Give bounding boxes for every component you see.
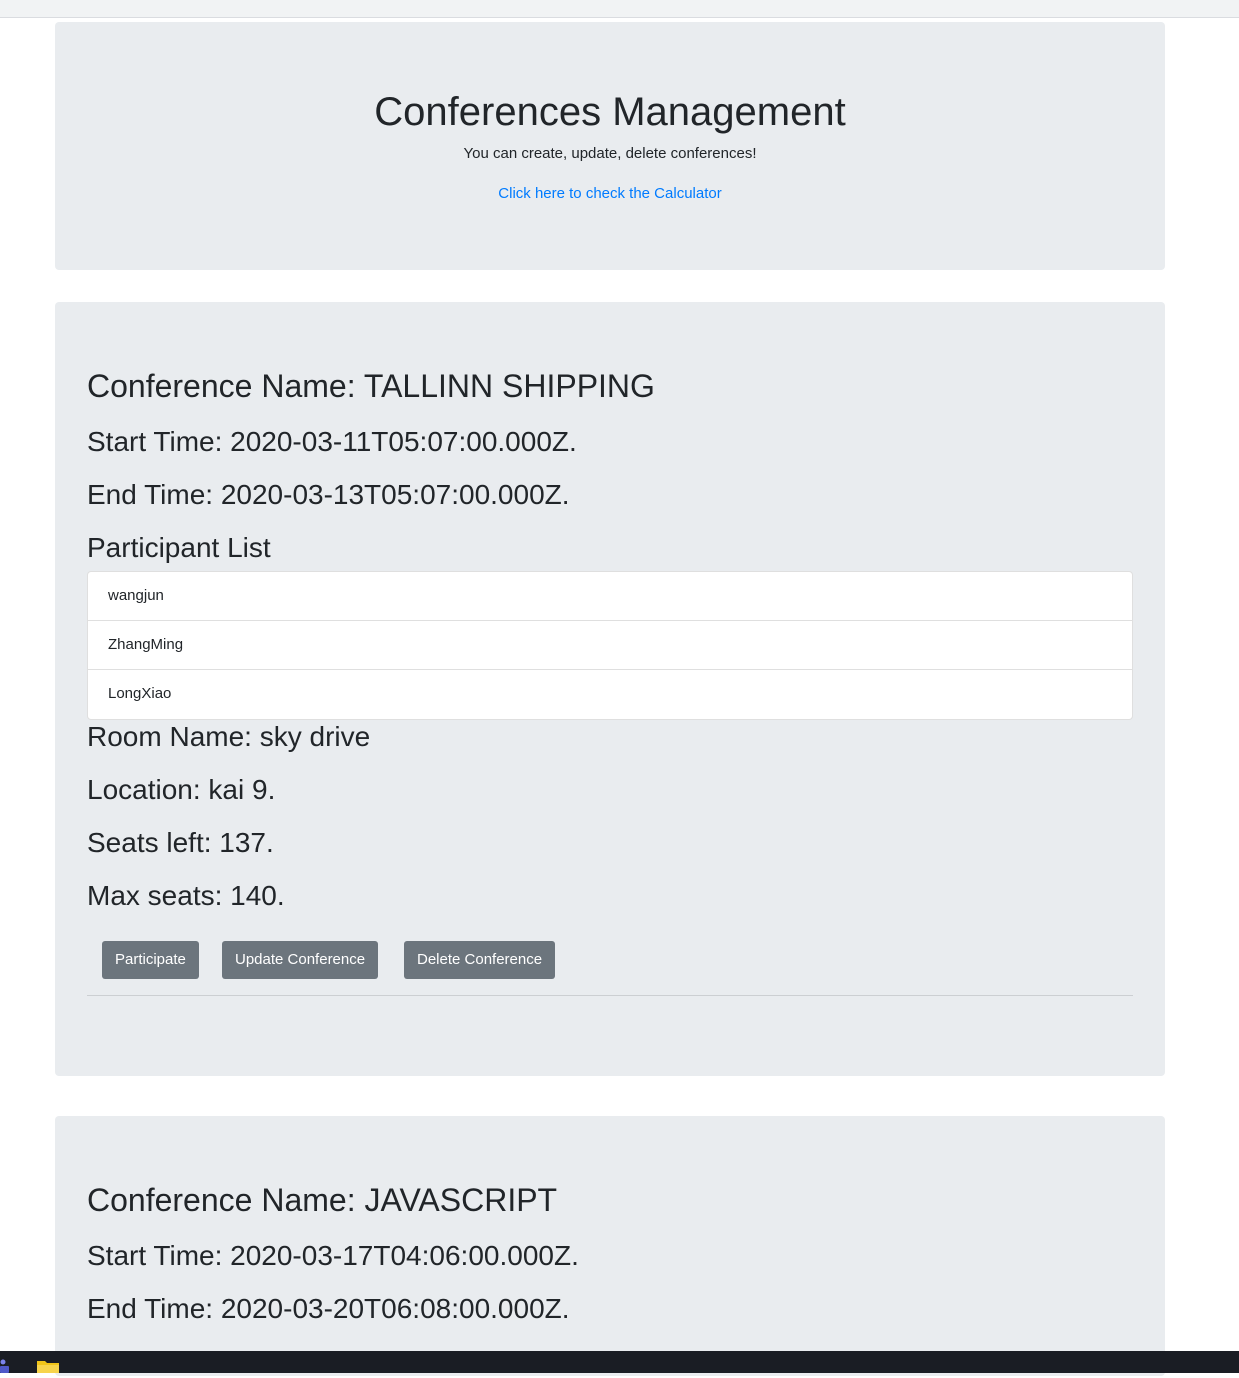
list-item: wangjun — [88, 572, 1132, 621]
participate-button[interactable]: Participate — [102, 941, 199, 979]
conference-end-time: End Time: 2020-03-20T06:08:00.000Z. — [87, 1293, 570, 1324]
divider — [87, 995, 1133, 996]
update-conference-button[interactable]: Update Conference — [222, 941, 379, 979]
teams-icon[interactable] — [0, 1359, 14, 1378]
conference-name: Conference Name: TALLINN SHIPPING — [87, 368, 655, 404]
location: Location: kai 9. — [87, 774, 276, 805]
room-name: Room Name: sky drive — [87, 721, 371, 752]
list-item: ZhangMing — [88, 621, 1132, 670]
conference-card: Conference Name: JAVASCRIPT Start Time: … — [55, 1116, 1165, 1376]
conference-name: Conference Name: JAVASCRIPT — [87, 1182, 558, 1218]
calculator-link[interactable]: Click here to check the Calculator — [55, 184, 1165, 204]
page-subtitle: You can create, update, delete conferenc… — [463, 145, 757, 162]
conference-start-time: Start Time: 2020-03-11T05:07:00.000Z. — [87, 426, 577, 457]
delete-conference-button[interactable]: Delete Conference — [404, 941, 556, 979]
header-jumbotron: Conferences Management You can create, u… — [55, 22, 1165, 270]
conference-start-time: Start Time: 2020-03-17T04:06:00.000Z. — [87, 1240, 579, 1271]
page-title: Conferences Management — [374, 90, 846, 134]
conference-end-time: End Time: 2020-03-13T05:07:00.000Z. — [87, 479, 570, 510]
conference-card: Conference Name: TALLINN SHIPPING Start … — [55, 302, 1165, 1076]
participant-list-heading: Participant List — [87, 532, 271, 563]
list-item: LongXiao — [108, 685, 172, 702]
browser-top-bar — [0, 0, 1239, 18]
file-explorer-icon[interactable] — [36, 1359, 60, 1378]
participant-list: wangjun ZhangMing LongXiao — [87, 571, 1133, 720]
max-seats: Max seats: 140. — [87, 880, 285, 911]
taskbar — [0, 1351, 1239, 1373]
seats-left: Seats left: 137. — [87, 827, 274, 858]
